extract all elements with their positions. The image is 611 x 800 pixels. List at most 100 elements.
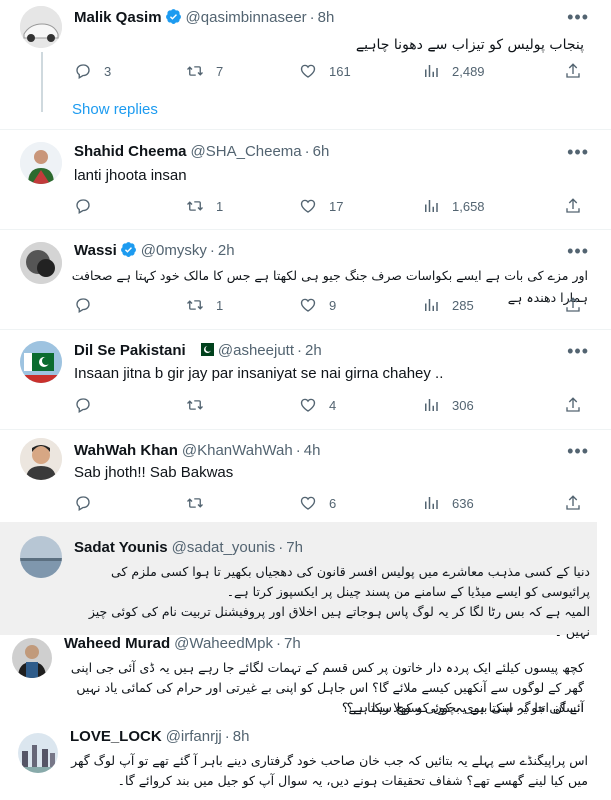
views-button[interactable]: 636 xyxy=(422,494,474,512)
tweet-header: LOVE_LOCK @irfanrjj · 8h xyxy=(70,728,250,745)
tweet-actions: 1 9 285 xyxy=(74,296,584,316)
tweet-love-lock[interactable]: LOVE_LOCK @irfanrjj · 8h اس پراپیگنڈے سے پہ… xyxy=(0,725,611,800)
like-button[interactable]: 17 xyxy=(299,197,343,215)
pakistan-flag-icon xyxy=(195,343,214,356)
avatar[interactable] xyxy=(18,733,58,773)
timestamp[interactable]: 7h xyxy=(286,539,303,556)
more-options-icon[interactable]: ••• xyxy=(567,342,589,360)
tweet-shahid-cheema[interactable]: Shahid Cheema @SHA_Cheema · 6h ••• lanti jh… xyxy=(0,130,611,230)
share-button[interactable] xyxy=(564,62,582,80)
share-button[interactable] xyxy=(564,197,582,215)
tweet-header: WahWah Khan @KhanWahWah · 4h xyxy=(74,442,321,459)
share-icon xyxy=(566,297,580,312)
tweet-header: Waheed Murad @WaheedMpk · 7h xyxy=(64,635,301,652)
tweet-waheed-murad[interactable]: Waheed Murad @WaheedMpk · 7h کچھ پیسوں کیلئ… xyxy=(0,632,611,724)
retweet-icon xyxy=(187,201,203,211)
tweet-text: پنجاب پولیس کو تیزاب سے دھونا چاہیے xyxy=(355,37,584,53)
reply-button[interactable]: 3 xyxy=(74,62,111,80)
avatar[interactable] xyxy=(20,6,62,48)
timestamp[interactable]: 2h xyxy=(218,242,235,259)
tweet-sadat-younis[interactable]: Sadat Younis @sadat_younis · 7h دنیا کے کسی… xyxy=(0,530,611,639)
author-name[interactable]: WahWah Khan xyxy=(74,442,178,459)
show-replies-link[interactable]: Show replies xyxy=(72,101,158,118)
reply-icon xyxy=(76,199,90,214)
timestamp[interactable]: 2h xyxy=(305,342,322,359)
heart-icon xyxy=(300,398,316,412)
timestamp[interactable]: 8h xyxy=(318,9,335,26)
tweet-actions: 3 7 161 2,489 xyxy=(74,62,584,82)
reply-button[interactable] xyxy=(74,296,104,314)
reply-icon xyxy=(76,64,90,79)
tweet-text: lanti jhoota insan xyxy=(74,167,187,184)
tweet-wassi[interactable]: Wassi @0mysky · 2h ••• اور مزے کی بات ہے ای… xyxy=(0,230,611,330)
more-options-icon[interactable]: ••• xyxy=(567,442,589,460)
retweet-icon xyxy=(187,498,203,508)
author-handle[interactable]: @SHA_Cheema xyxy=(191,143,302,160)
views-button[interactable]: 306 xyxy=(422,396,474,414)
tweet-text: اس پراپیگنڈے سے پہلے یہ بتائیں کہ جب خان… xyxy=(71,753,588,788)
share-button[interactable] xyxy=(564,396,582,414)
author-handle[interactable]: @qasimbinnaseer xyxy=(186,9,307,26)
author-handle[interactable]: @0mysky xyxy=(141,242,207,259)
tweet-header: Wassi @0mysky · 2h xyxy=(74,242,235,259)
avatar[interactable] xyxy=(20,536,62,578)
more-options-icon[interactable]: ••• xyxy=(567,8,589,26)
share-button[interactable] xyxy=(564,494,582,512)
author-handle[interactable]: @KhanWahWah xyxy=(182,442,293,459)
avatar[interactable] xyxy=(12,638,52,678)
author-name[interactable]: Wassi xyxy=(74,242,117,259)
tweet-malik-qasim[interactable]: Malik Qasim @qasimbinnaseer · 8h ••• پنجاب … xyxy=(0,0,611,138)
author-handle[interactable]: @irfanrjj xyxy=(166,728,222,745)
author-handle[interactable]: @WaheedMpk xyxy=(174,635,273,652)
verified-badge-icon xyxy=(165,9,181,24)
views-button[interactable]: 285 xyxy=(422,296,474,314)
retweet-button[interactable] xyxy=(186,494,216,512)
share-button[interactable] xyxy=(564,296,582,314)
views-button[interactable]: 2,489 xyxy=(422,62,485,80)
reply-button[interactable] xyxy=(74,197,104,215)
author-name[interactable]: Waheed Murad xyxy=(64,635,170,652)
author-handle[interactable]: @asheejutt xyxy=(218,342,294,359)
heart-icon xyxy=(300,298,316,312)
more-options-icon[interactable]: ••• xyxy=(567,143,589,161)
like-button[interactable]: 161 xyxy=(299,62,351,80)
reply-button[interactable] xyxy=(74,494,104,512)
tweet-actions: 4 306 xyxy=(74,396,584,416)
tweet-dil-se-pakistani[interactable]: Dil Se Pakistani @asheejutt · 2h ••• Insaa… xyxy=(0,330,611,430)
heart-icon xyxy=(300,64,316,78)
avatar[interactable] xyxy=(20,242,62,284)
author-handle[interactable]: @sadat_younis xyxy=(172,539,276,556)
author-name[interactable]: Dil Se Pakistani xyxy=(74,342,186,359)
verified-badge-icon xyxy=(120,242,136,257)
author-name[interactable]: Shahid Cheema xyxy=(74,143,187,160)
avatar[interactable] xyxy=(20,142,62,184)
like-button[interactable]: 4 xyxy=(299,396,336,414)
timestamp[interactable]: 6h xyxy=(313,143,330,160)
tweet-header: Malik Qasim @qasimbinnaseer · 8h xyxy=(74,9,335,26)
views-icon xyxy=(425,299,438,311)
heart-icon xyxy=(300,199,316,213)
tweet-header: Dil Se Pakistani @asheejutt · 2h xyxy=(74,342,322,359)
retweet-button[interactable]: 7 xyxy=(186,62,223,80)
tweet-actions: 6 636 xyxy=(74,494,584,514)
avatar[interactable] xyxy=(20,438,62,480)
views-button[interactable]: 1,658 xyxy=(422,197,485,215)
timestamp[interactable]: 7h xyxy=(284,635,301,652)
tweet-text-2: انسان اتنا گر سکتا ہے یہ کوئی سوچ سکتا ہ… xyxy=(341,700,584,715)
reply-icon xyxy=(76,298,90,313)
retweet-button[interactable]: 1 xyxy=(186,197,223,215)
retweet-icon xyxy=(187,66,203,76)
reply-button[interactable] xyxy=(74,396,104,414)
like-button[interactable]: 6 xyxy=(299,494,336,512)
timestamp[interactable]: 4h xyxy=(304,442,321,459)
timestamp[interactable]: 8h xyxy=(233,728,250,745)
author-name[interactable]: Sadat Younis xyxy=(74,539,168,556)
author-name[interactable]: LOVE_LOCK xyxy=(70,728,162,745)
more-options-icon[interactable]: ••• xyxy=(567,242,589,260)
retweet-button[interactable]: 1 xyxy=(186,296,223,314)
author-name[interactable]: Malik Qasim xyxy=(74,9,162,26)
like-button[interactable]: 9 xyxy=(299,296,336,314)
avatar[interactable] xyxy=(20,341,62,383)
tweet-wahwah-khan[interactable]: WahWah Khan @KhanWahWah · 4h ••• Sab jhoth!… xyxy=(0,430,611,522)
retweet-button[interactable] xyxy=(186,396,216,414)
